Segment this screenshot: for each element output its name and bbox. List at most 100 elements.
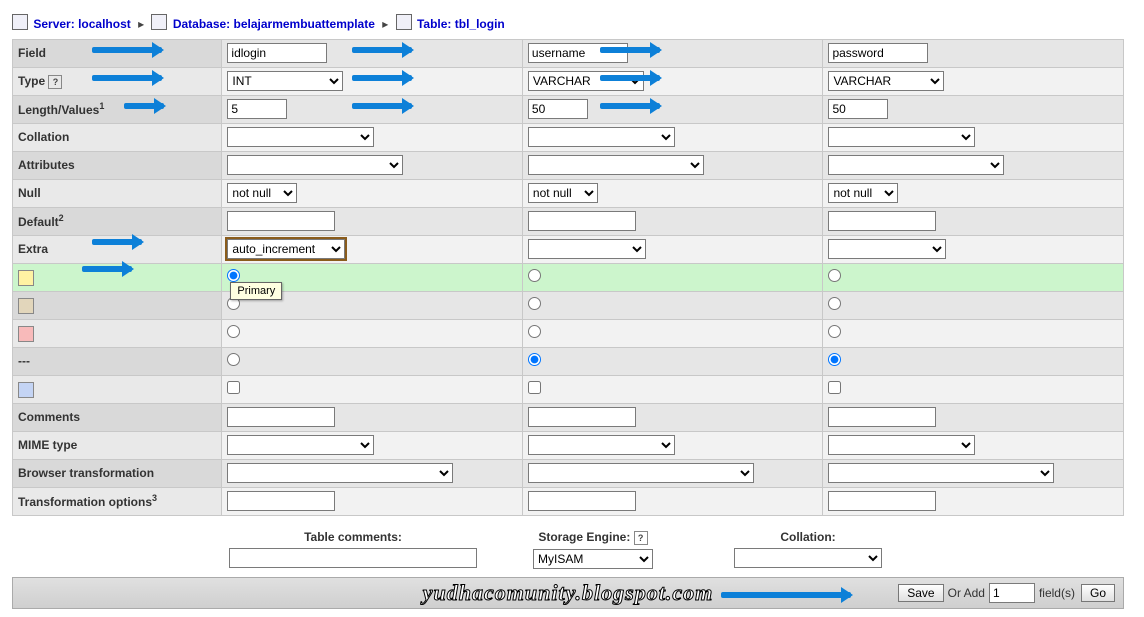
- help-icon[interactable]: ?: [48, 75, 62, 89]
- fulltext-checkbox[interactable]: [227, 381, 240, 394]
- collation-label: Collation:: [708, 530, 908, 548]
- mime-select[interactable]: [528, 435, 675, 455]
- key-radio-primary[interactable]: [528, 269, 541, 282]
- arrow-icon: [600, 103, 660, 109]
- database-link[interactable]: Database: belajarmembuattemplate: [173, 17, 378, 31]
- arrow-icon: [92, 239, 142, 245]
- table-icon: [396, 14, 412, 30]
- trans-opts-input[interactable]: [227, 491, 335, 511]
- footer-row: Table comments: Storage Engine: ? MyISAM…: [12, 530, 1124, 569]
- null-select[interactable]: not null: [528, 183, 598, 203]
- arrow-icon: [600, 75, 660, 81]
- key-radio-none[interactable]: [528, 353, 541, 366]
- row-label-null: Null: [13, 180, 222, 208]
- trans-opts-input[interactable]: [528, 491, 636, 511]
- row-label-browser-trans: Browser transformation: [13, 460, 222, 488]
- arrow-icon: [721, 592, 851, 598]
- database-value: belajarmembuattemplate: [234, 17, 375, 31]
- storage-engine-select[interactable]: MyISAM: [533, 549, 653, 569]
- length-input[interactable]: [528, 99, 588, 119]
- mime-select[interactable]: [828, 435, 975, 455]
- attributes-select[interactable]: [828, 155, 1004, 175]
- extra-select[interactable]: [828, 239, 946, 259]
- table-link[interactable]: Table: tbl_login: [417, 17, 505, 31]
- key-radio-none[interactable]: [227, 353, 240, 366]
- trans-opts-input[interactable]: [828, 491, 936, 511]
- comments-input[interactable]: [828, 407, 936, 427]
- extra-select[interactable]: [528, 239, 646, 259]
- primary-key-icon: [18, 270, 34, 286]
- attributes-select[interactable]: [528, 155, 704, 175]
- key-radio-unique[interactable]: [828, 325, 841, 338]
- row-label-length: Length/Values1: [13, 96, 222, 124]
- key-radio-primary[interactable]: [828, 269, 841, 282]
- table-comments-input[interactable]: [229, 548, 477, 568]
- key-radio-index[interactable]: [528, 297, 541, 310]
- default-input[interactable]: [227, 211, 335, 231]
- fields-label: field(s): [1039, 586, 1075, 600]
- go-button[interactable]: Go: [1081, 584, 1115, 602]
- table-value: tbl_login: [455, 17, 505, 31]
- key-radio-unique[interactable]: [227, 325, 240, 338]
- row-label-collation: Collation: [13, 124, 222, 152]
- null-select[interactable]: not null: [227, 183, 297, 203]
- breadcrumb-sep-icon: ▸: [138, 17, 144, 31]
- row-label-dashes: ---: [13, 348, 222, 376]
- row-label-type: Type ?: [13, 68, 222, 96]
- row-label-default: Default2: [13, 208, 222, 236]
- help-icon[interactable]: ?: [634, 531, 648, 545]
- storage-engine-label: Storage Engine:: [538, 530, 630, 544]
- index-icon: [18, 298, 34, 314]
- key-radio-primary[interactable]: [227, 269, 240, 282]
- arrow-icon: [352, 47, 412, 53]
- length-input[interactable]: [227, 99, 287, 119]
- row-label-comments: Comments: [13, 404, 222, 432]
- field-input[interactable]: [528, 43, 628, 63]
- length-input[interactable]: [828, 99, 888, 119]
- add-count-input[interactable]: [989, 583, 1035, 603]
- server-link[interactable]: Server: localhost: [33, 17, 134, 31]
- watermark: yudhacomunity.blogspot.com: [423, 580, 713, 606]
- save-bar: yudhacomunity.blogspot.com Save Or Add f…: [12, 577, 1124, 609]
- extra-select[interactable]: auto_increment: [227, 239, 345, 259]
- arrow-icon: [124, 103, 164, 109]
- server-label: Server:: [33, 17, 74, 31]
- type-select[interactable]: INT: [227, 71, 343, 91]
- field-input[interactable]: [828, 43, 928, 63]
- mime-select[interactable]: [227, 435, 374, 455]
- attributes-select[interactable]: [227, 155, 403, 175]
- field-input[interactable]: [227, 43, 327, 63]
- fulltext-checkbox[interactable]: [528, 381, 541, 394]
- save-button[interactable]: Save: [898, 584, 943, 602]
- comments-input[interactable]: [227, 407, 335, 427]
- type-select[interactable]: VARCHAR: [528, 71, 644, 91]
- null-select[interactable]: not null: [828, 183, 898, 203]
- comments-input[interactable]: [528, 407, 636, 427]
- arrow-icon: [600, 47, 660, 53]
- arrow-icon: [352, 103, 412, 109]
- key-radio-none[interactable]: [828, 353, 841, 366]
- browser-trans-select[interactable]: [227, 463, 453, 483]
- structure-table: Field Type ? INT VARCHAR VARCHAR Length/…: [12, 39, 1124, 516]
- table-label: Table:: [417, 17, 451, 31]
- server-icon: [12, 14, 28, 30]
- database-icon: [151, 14, 167, 30]
- collation-select[interactable]: [828, 127, 975, 147]
- browser-trans-select[interactable]: [528, 463, 754, 483]
- collation-footer-select[interactable]: [734, 548, 882, 568]
- unique-icon: [18, 326, 34, 342]
- browser-trans-select[interactable]: [828, 463, 1054, 483]
- default-input[interactable]: [528, 211, 636, 231]
- key-radio-unique[interactable]: [528, 325, 541, 338]
- collation-select[interactable]: [227, 127, 374, 147]
- key-radio-index[interactable]: [828, 297, 841, 310]
- arrow-icon: [82, 266, 132, 272]
- table-comments-label: Table comments:: [228, 530, 478, 548]
- fulltext-checkbox[interactable]: [828, 381, 841, 394]
- fulltext-icon: [18, 382, 34, 398]
- type-select[interactable]: VARCHAR: [828, 71, 944, 91]
- arrow-icon: [352, 75, 412, 81]
- collation-select[interactable]: [528, 127, 675, 147]
- default-input[interactable]: [828, 211, 936, 231]
- row-label-trans-opts: Transformation options3: [13, 488, 222, 516]
